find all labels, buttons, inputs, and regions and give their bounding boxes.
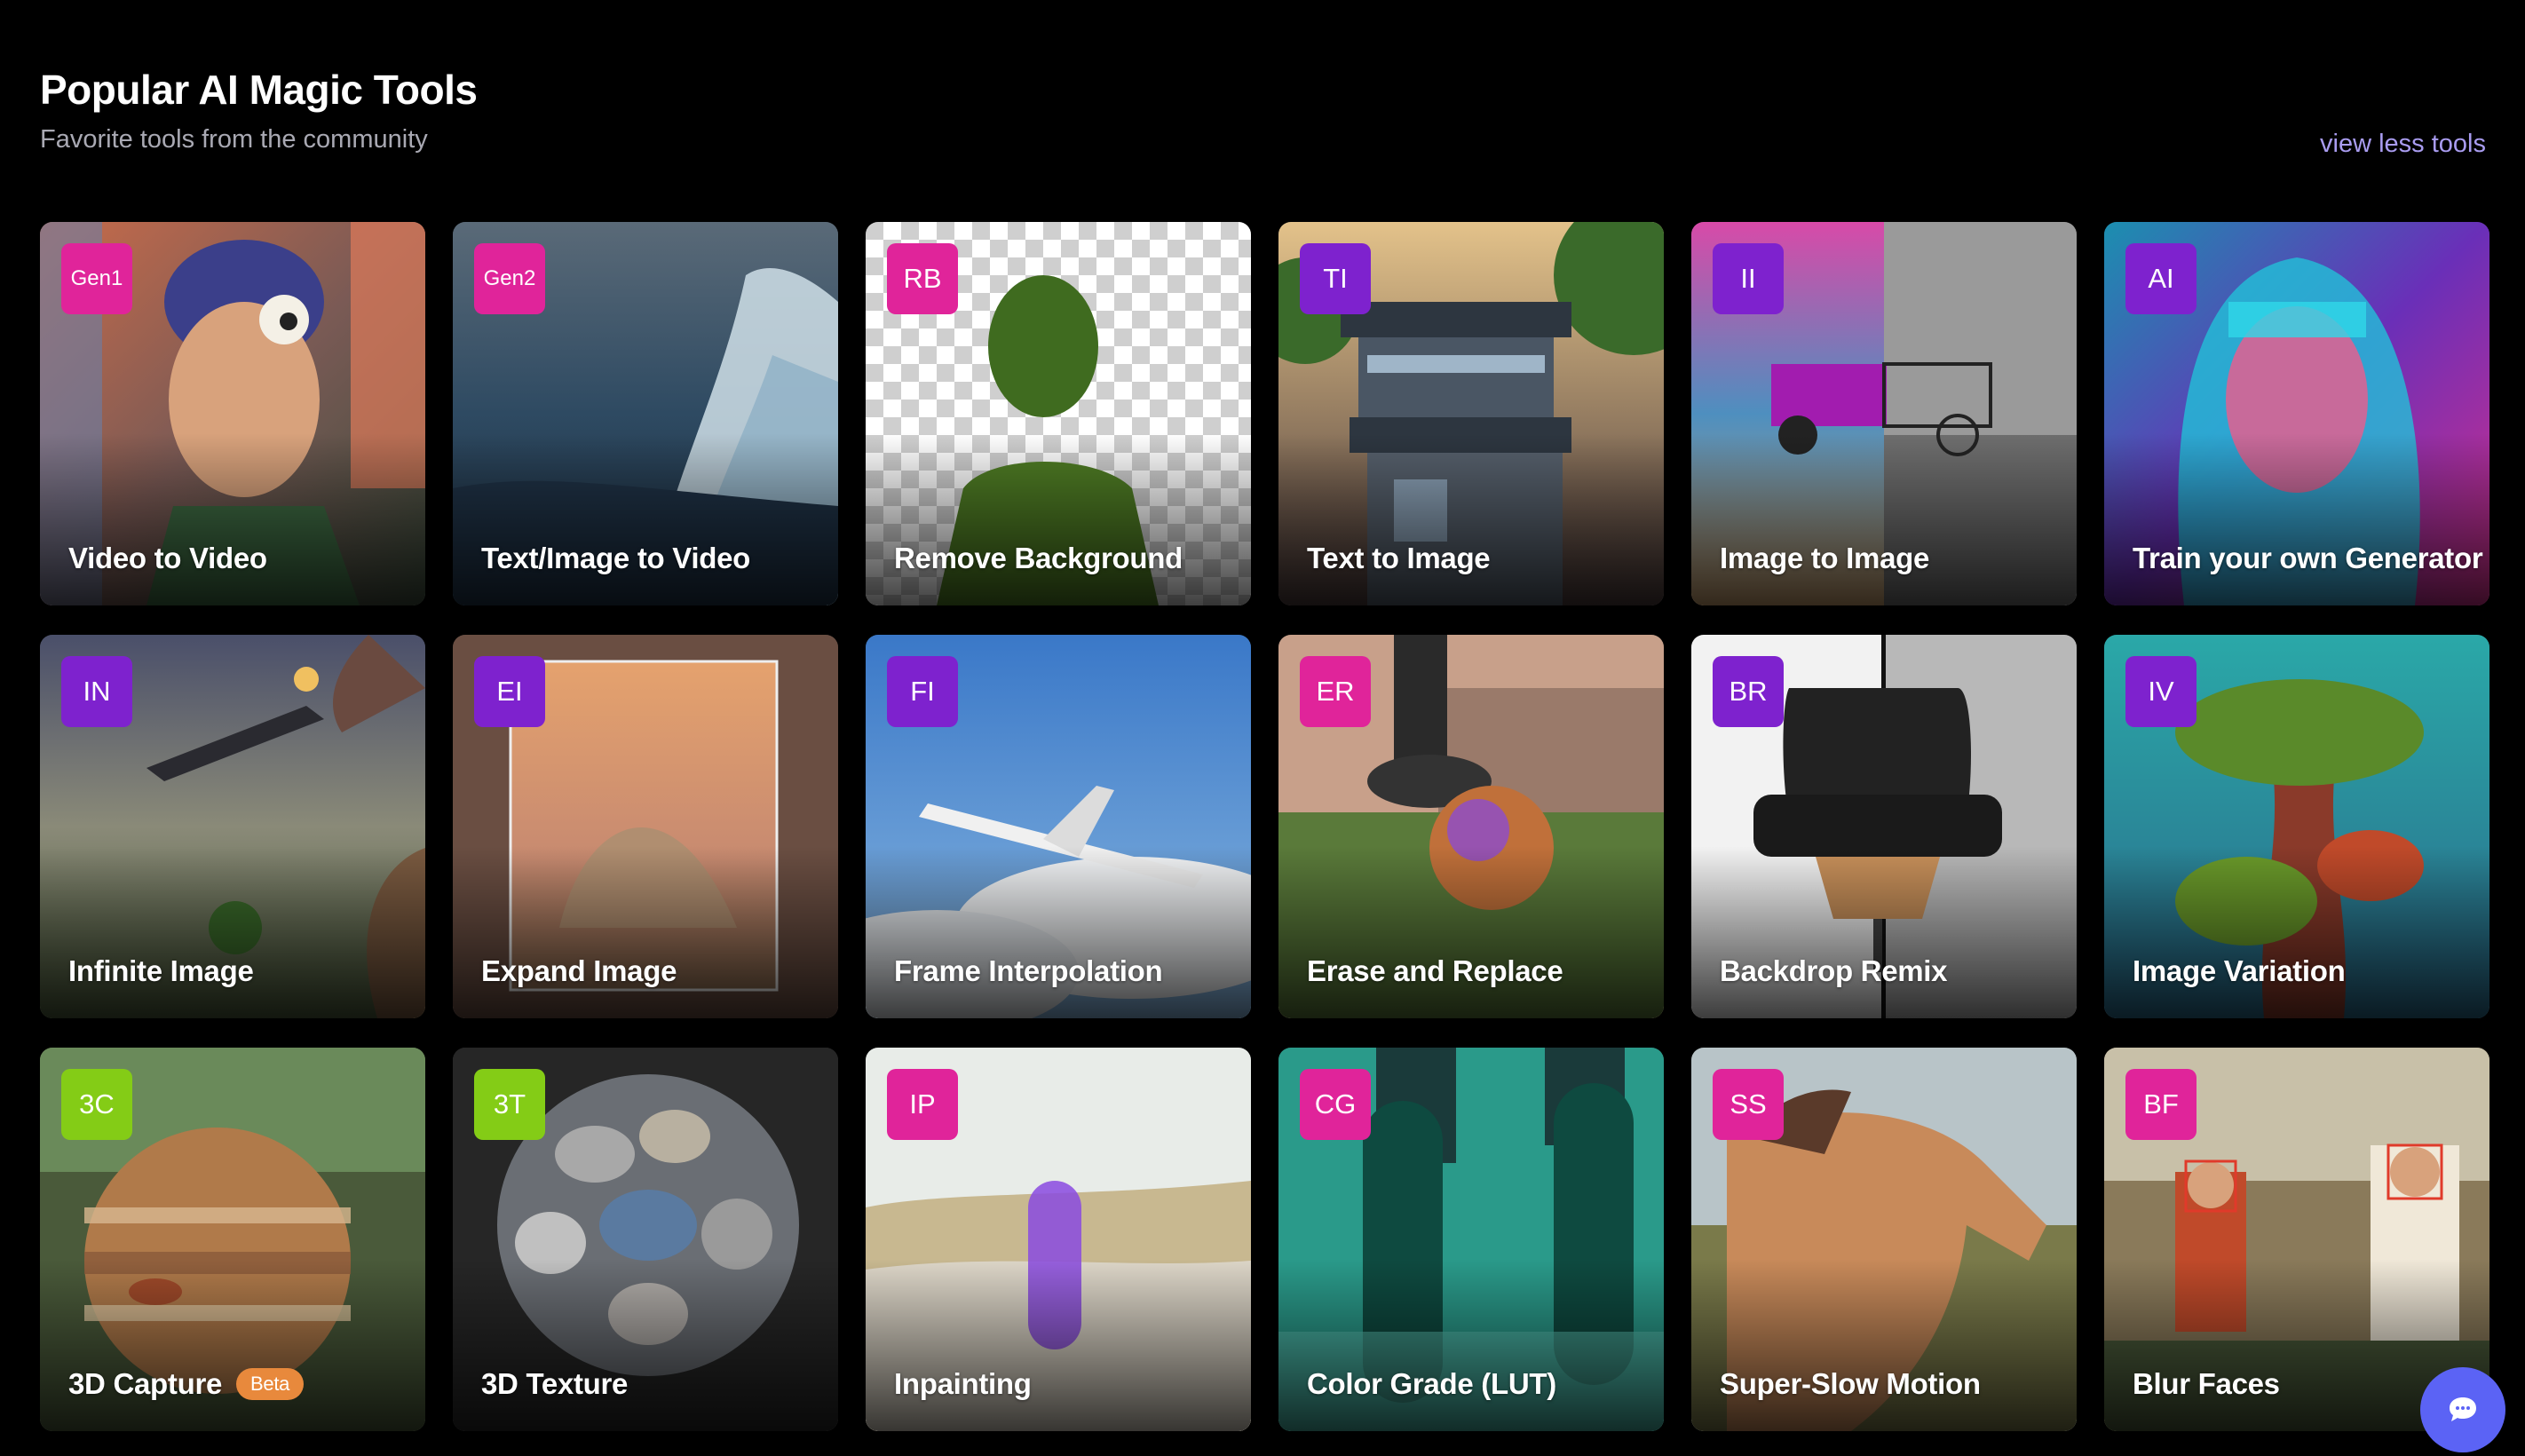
tool-card-color-grade-lut[interactable]: CG Color Grade (LUT) xyxy=(1278,1048,1664,1431)
tool-card-text-image-to-video[interactable]: Gen2 Text/Image to Video xyxy=(453,222,838,605)
tool-badge: II xyxy=(1713,243,1784,314)
tool-badge: RB xyxy=(887,243,958,314)
tool-badge: IN xyxy=(61,656,132,727)
tool-badge: Gen1 xyxy=(61,243,132,314)
tool-card-erase-and-replace[interactable]: ER Erase and Replace xyxy=(1278,635,1664,1018)
tool-label: Text/Image to Video xyxy=(481,542,750,574)
tool-card-video-to-video[interactable]: Gen1 Video to Video xyxy=(40,222,425,605)
tool-label: Frame Interpolation xyxy=(894,954,1163,987)
tool-badge: IV xyxy=(2125,656,2197,727)
tool-badge: AI xyxy=(2125,243,2197,314)
tool-badge: BF xyxy=(2125,1069,2197,1140)
tool-card-3d-texture[interactable]: 3T 3D Texture xyxy=(453,1048,838,1431)
chat-button[interactable] xyxy=(2420,1367,2505,1452)
tool-card-frame-interpolation[interactable]: FI Frame Interpolation xyxy=(866,635,1251,1018)
tool-label: Infinite Image xyxy=(68,954,254,987)
tool-badge: 3T xyxy=(474,1069,545,1140)
tool-card-train-your-own-generator[interactable]: AI Train your own Generator xyxy=(2104,222,2489,605)
tool-label: Backdrop Remix xyxy=(1720,954,1948,987)
tool-badge: IP xyxy=(887,1069,958,1140)
view-less-tools-link[interactable]: view less tools xyxy=(2320,130,2486,159)
tool-badge: BR xyxy=(1713,656,1784,727)
tools-grid: Gen1 Video to Video Gen2 Text/Image to V… xyxy=(40,222,2489,1431)
tool-label: Video to Video xyxy=(68,542,267,574)
tool-label: Image Variation xyxy=(2133,954,2346,987)
tool-card-text-to-image[interactable]: TI Text to Image xyxy=(1278,222,1664,605)
tool-badge: 3C xyxy=(61,1069,132,1140)
tool-card-super-slow-motion[interactable]: SS Super-Slow Motion xyxy=(1691,1048,2077,1431)
tool-label: 3D Texture xyxy=(481,1367,629,1400)
tool-label: Blur Faces xyxy=(2133,1367,2280,1400)
tool-card-infinite-image[interactable]: IN Infinite Image xyxy=(40,635,425,1018)
tool-badge: ER xyxy=(1300,656,1371,727)
tool-label: Inpainting xyxy=(894,1367,1032,1400)
section-title: Popular AI Magic Tools xyxy=(40,67,478,113)
tool-card-blur-faces[interactable]: BF Blur Faces xyxy=(2104,1048,2489,1431)
tool-badge: FI xyxy=(887,656,958,727)
section-header: Popular AI Magic Tools Favorite tools fr… xyxy=(40,66,478,154)
tool-label: Text to Image xyxy=(1307,542,1491,574)
tool-card-expand-image[interactable]: EI Expand Image xyxy=(453,635,838,1018)
tool-card-image-to-image[interactable]: II Image to Image xyxy=(1691,222,2077,605)
tool-label: Color Grade (LUT) xyxy=(1307,1367,1556,1400)
tool-label: Erase and Replace xyxy=(1307,954,1563,987)
tool-label: Remove Background xyxy=(894,542,1183,574)
tool-card-3d-capture[interactable]: 3C 3D Capture Beta xyxy=(40,1048,425,1431)
tool-badge: TI xyxy=(1300,243,1371,314)
chat-bubble-icon xyxy=(2450,1397,2476,1421)
tool-label: Expand Image xyxy=(481,954,677,987)
tool-card-image-variation[interactable]: IV Image Variation xyxy=(2104,635,2489,1018)
tool-badge: CG xyxy=(1300,1069,1371,1140)
section-subtitle: Favorite tools from the community xyxy=(40,125,428,154)
tool-card-inpainting[interactable]: IP Inpainting xyxy=(866,1048,1251,1431)
tool-card-backdrop-remix[interactable]: BR Backdrop Remix xyxy=(1691,635,2077,1018)
tool-label: Image to Image xyxy=(1720,542,1930,574)
tool-card-remove-background[interactable]: RB Remove Background xyxy=(866,222,1251,605)
tool-label: Train your own Generator xyxy=(2133,542,2483,574)
tool-label: Super-Slow Motion xyxy=(1720,1367,1981,1400)
tool-badge: Gen2 xyxy=(474,243,545,314)
beta-badge: Beta xyxy=(236,1368,305,1400)
tool-badge: SS xyxy=(1713,1069,1784,1140)
tool-badge: EI xyxy=(474,656,545,727)
tool-label: 3D Capture xyxy=(68,1367,223,1400)
